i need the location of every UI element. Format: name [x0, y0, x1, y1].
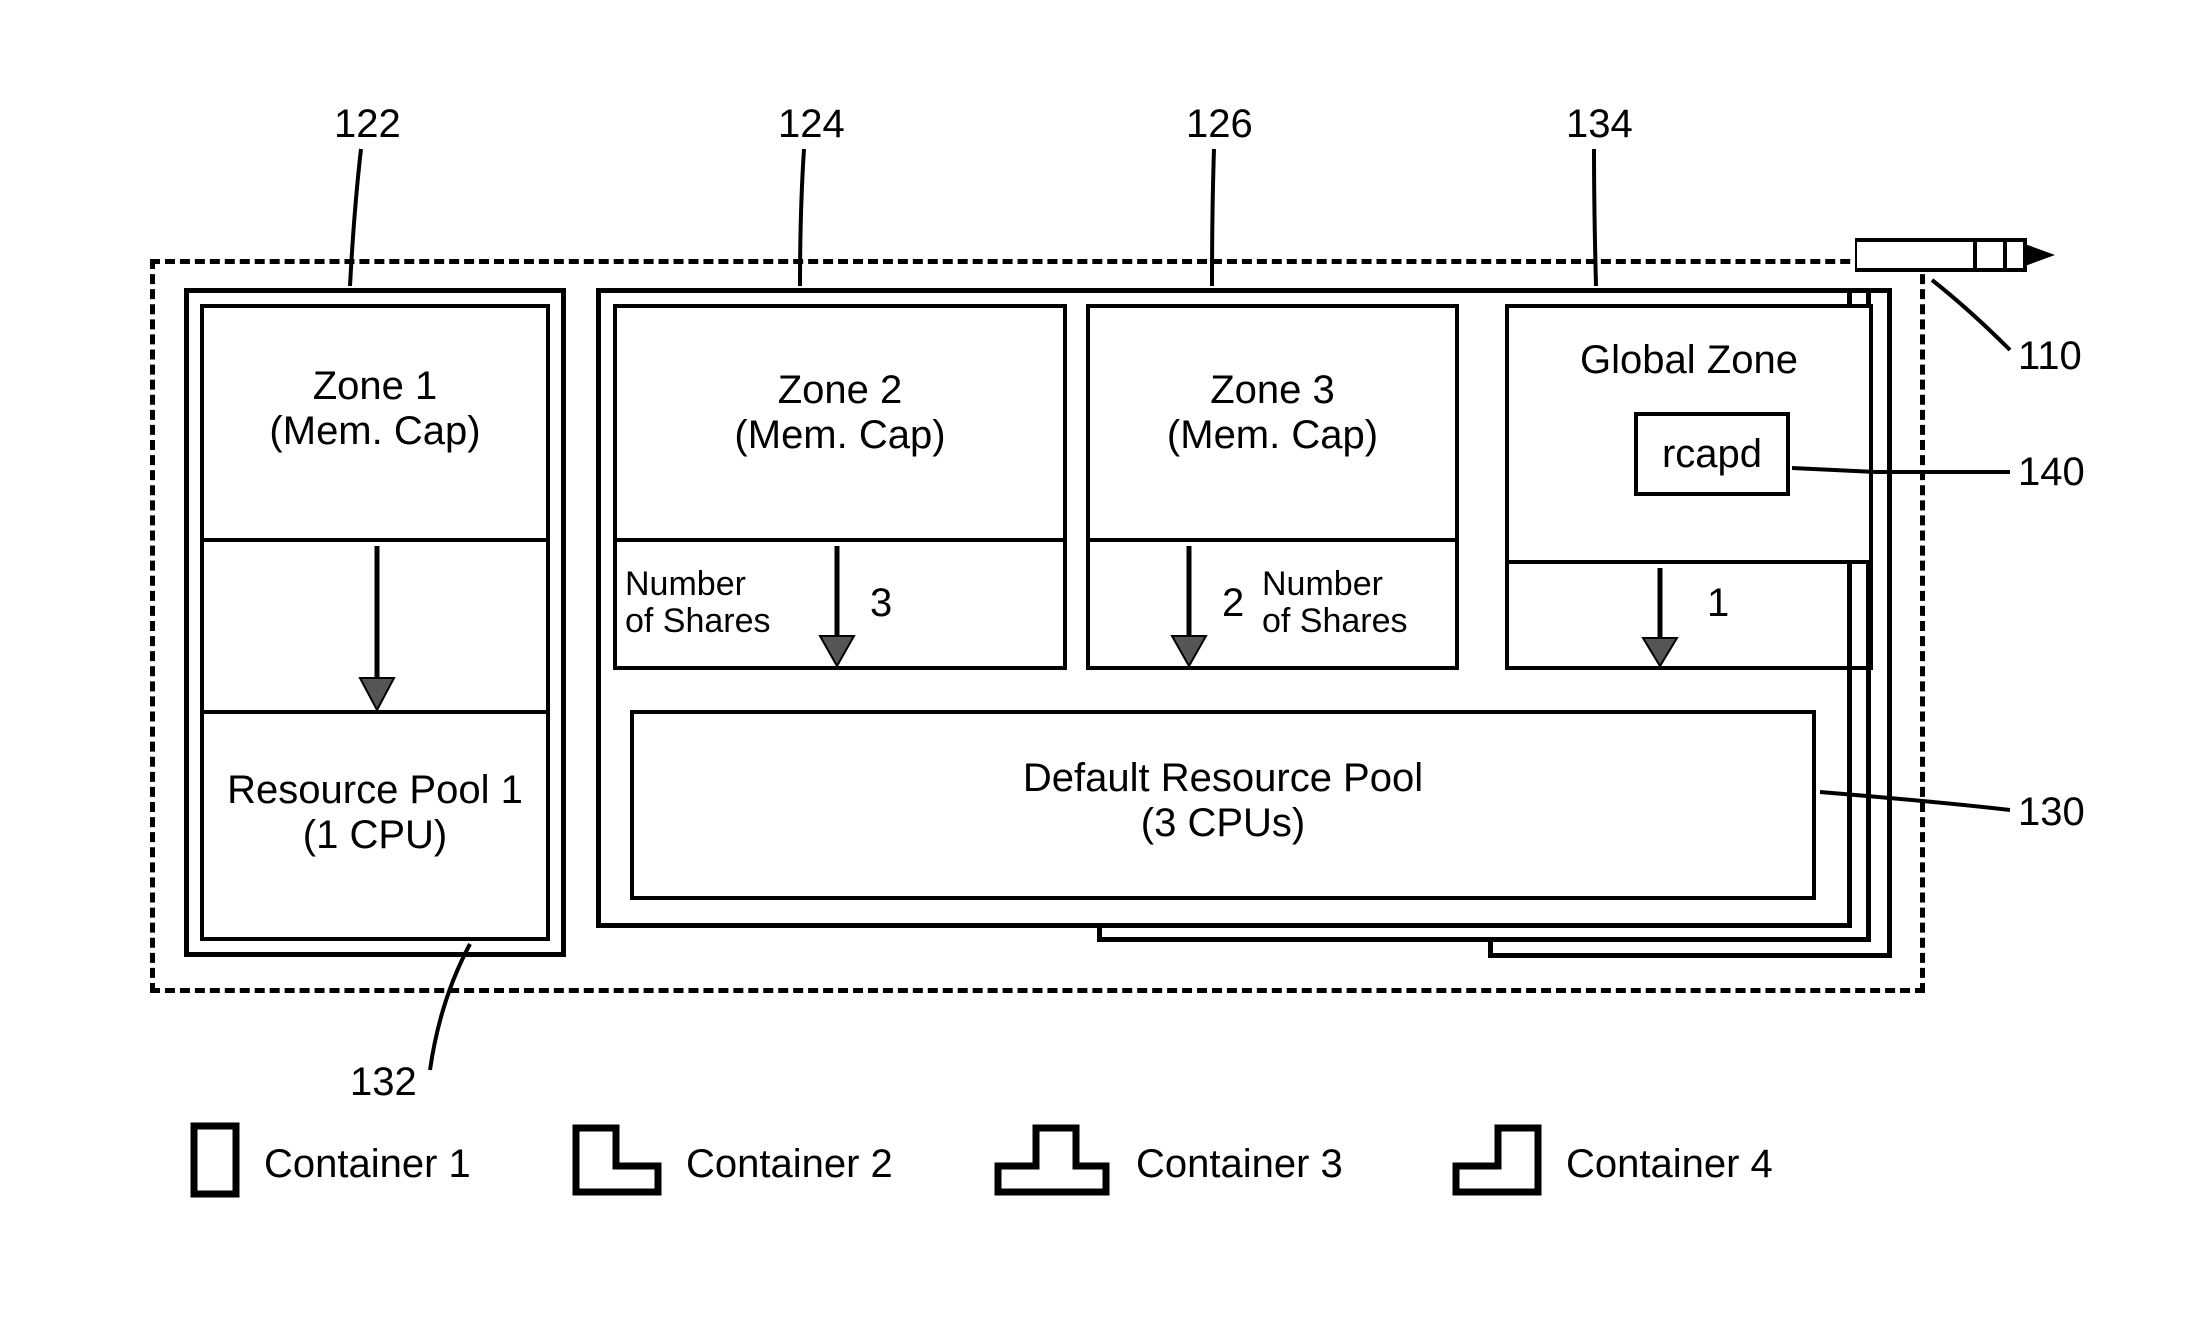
- shares-label-left: Number of Shares: [625, 566, 795, 641]
- ref-130: 130: [2018, 790, 2085, 835]
- zone-3-sub: (Mem. Cap): [1090, 413, 1455, 458]
- zone-1-sub: (Mem. Cap): [200, 409, 550, 454]
- zone-1-box: Zone 1 (Mem. Cap): [200, 304, 550, 542]
- zone1-arrow-icon: [352, 546, 402, 710]
- shares-label-l2: of Shares: [625, 603, 795, 640]
- zone3-arrow-icon: [1164, 546, 1214, 666]
- shares-label-right: Number of Shares: [1262, 566, 1432, 641]
- server-icon: [1855, 232, 2055, 282]
- legend-container-2-icon: [570, 1122, 664, 1198]
- resource-pool-1-box: Resource Pool 1 (1 CPU): [200, 710, 550, 941]
- rcapd-box: rcapd: [1634, 412, 1790, 496]
- shares-label-r1: Number: [1262, 566, 1432, 603]
- shares-label-l1: Number: [625, 566, 795, 603]
- shares-label-r2: of Shares: [1262, 603, 1432, 640]
- default-pool-box: Default Resource Pool (3 CPUs): [630, 710, 1816, 900]
- zone-2-title: Zone 2: [617, 368, 1063, 413]
- default-pool-sub: (3 CPUs): [634, 801, 1812, 846]
- legend-c3-label: Container 3: [1136, 1142, 1343, 1187]
- ref-126: 126: [1186, 102, 1253, 147]
- zone-2-box: Zone 2 (Mem. Cap): [613, 304, 1067, 542]
- legend-c1-label: Container 1: [264, 1142, 471, 1187]
- ref-110: 110: [2018, 334, 2082, 379]
- global-arrow-icon: [1635, 568, 1685, 666]
- legend-c2-label: Container 2: [686, 1142, 893, 1187]
- shares-count-zone2: 3: [870, 581, 892, 626]
- legend-container-1-icon: [190, 1122, 240, 1198]
- pool1-sub: (1 CPU): [200, 813, 550, 858]
- legend-c4-label: Container 4: [1566, 1142, 1773, 1187]
- zone-3-box: Zone 3 (Mem. Cap): [1086, 304, 1459, 542]
- global-zone-title: Global Zone: [1509, 338, 1869, 383]
- zone-2-sub: (Mem. Cap): [617, 413, 1063, 458]
- shares-count-zone3: 2: [1222, 581, 1244, 626]
- rcapd-label: rcapd: [1662, 432, 1762, 477]
- default-pool-title: Default Resource Pool: [634, 756, 1812, 801]
- zone-1-title: Zone 1: [200, 364, 550, 409]
- legend-container-4-icon: [1450, 1122, 1544, 1198]
- shares-count-global: 1: [1707, 581, 1729, 626]
- global-shares-row: [1505, 564, 1873, 670]
- ref-132: 132: [350, 1060, 417, 1105]
- ref-134: 134: [1566, 102, 1633, 147]
- pool1-title: Resource Pool 1: [200, 768, 550, 813]
- zone2-arrow-icon: [812, 546, 862, 666]
- ref-124: 124: [778, 102, 845, 147]
- legend-container-3-icon: [992, 1122, 1112, 1198]
- ref-122: 122: [334, 102, 401, 147]
- ref-140: 140: [2018, 450, 2085, 495]
- zone-3-title: Zone 3: [1090, 368, 1455, 413]
